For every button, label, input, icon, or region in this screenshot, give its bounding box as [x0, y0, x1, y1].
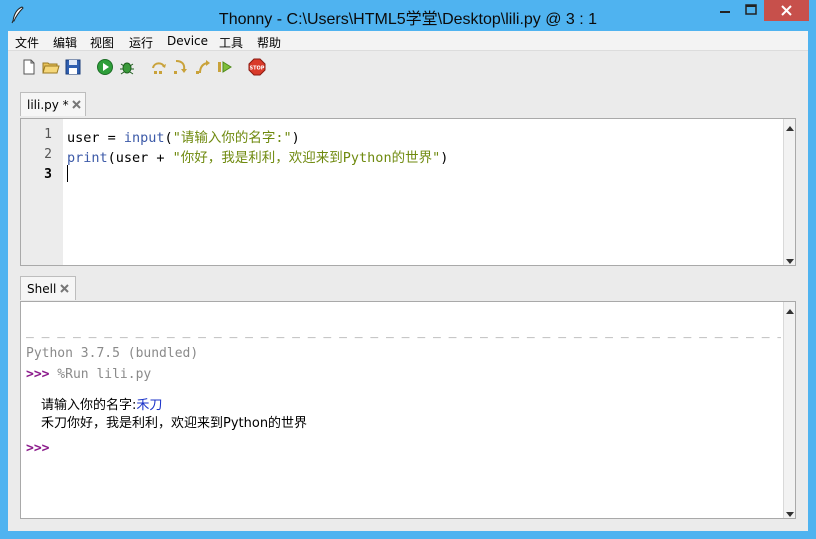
scroll-down-arrow-icon[interactable]	[786, 507, 794, 517]
user-input-text: 禾刀	[136, 398, 163, 413]
save-icon[interactable]	[64, 58, 82, 76]
scroll-up-arrow-icon[interactable]	[786, 305, 794, 314]
scroll-down-arrow-icon[interactable]	[786, 254, 794, 264]
new-file-icon[interactable]	[20, 58, 38, 76]
shell-vertical-scrollbar[interactable]	[783, 302, 795, 518]
open-folder-icon[interactable]	[42, 58, 60, 76]
shell-command-line: >>> %Run lili.py	[26, 367, 151, 382]
code-token-builtin: input	[123, 130, 165, 146]
menu-help[interactable]: 帮助	[257, 34, 281, 51]
resume-icon[interactable]	[216, 58, 234, 76]
shell-input-line[interactable]: >>>	[26, 441, 49, 456]
python-version-text: Python 3.7.5 (bundled)	[26, 346, 199, 361]
menu-run[interactable]: 运行	[129, 34, 153, 51]
tab-shell[interactable]: Shell	[20, 276, 76, 300]
program-output-line: 禾刀你好，我是利利，欢迎来到Python的世界	[41, 416, 308, 431]
close-tab-icon[interactable]	[59, 283, 70, 294]
editor-vertical-scrollbar[interactable]	[783, 119, 795, 265]
maximize-icon	[745, 4, 757, 15]
code-token: user =	[67, 130, 124, 146]
menu-file[interactable]: 文件	[15, 34, 39, 51]
code-token: )	[440, 150, 449, 166]
step-into-icon[interactable]	[172, 58, 190, 76]
editor-tab-label: lili.py *	[27, 98, 69, 112]
app-window: Thonny - C:\Users\HTML5学堂\Desktop\lili.p…	[0, 0, 816, 539]
scroll-up-arrow-icon[interactable]	[786, 122, 794, 131]
stop-icon-label: STOP	[250, 66, 265, 72]
run-icon[interactable]	[96, 58, 114, 76]
menu-device[interactable]: Device	[167, 34, 208, 48]
line-number: 2	[44, 147, 52, 162]
step-out-icon[interactable]	[194, 58, 212, 76]
line-number-gutter: 1 2 3	[21, 119, 63, 265]
debug-icon[interactable]	[118, 58, 136, 76]
menu-view[interactable]: 视图	[90, 34, 114, 51]
close-button[interactable]	[764, 0, 809, 21]
stop-icon[interactable]: STOP	[248, 58, 266, 76]
line-number-current: 3	[44, 167, 52, 182]
step-over-icon[interactable]	[150, 58, 168, 76]
shell-prompt: >>>	[26, 441, 50, 456]
close-tab-icon[interactable]	[71, 99, 82, 110]
code-token: (user +	[107, 150, 173, 166]
code-editor[interactable]: 1 2 3 user = input("请输入你的名字:") print(use…	[20, 118, 796, 266]
title-bar[interactable]: Thonny - C:\Users\HTML5学堂\Desktop\lili.p…	[0, 0, 816, 31]
text-cursor	[67, 165, 68, 182]
code-token-builtin: print	[67, 150, 108, 166]
toolbar: STOP	[8, 51, 808, 85]
minimize-icon	[720, 11, 730, 13]
tab-lili-py[interactable]: lili.py *	[20, 92, 86, 116]
code-token: )	[291, 130, 300, 146]
code-line[interactable]: print(user + "你好，我是利利，欢迎来到Python的世界")	[67, 146, 448, 166]
shell-console[interactable]: _ _ _ _ _ _ _ _ _ _ _ _ _ _ _ _ _ _ _ _ …	[20, 301, 796, 519]
line-number: 1	[44, 127, 52, 142]
code-token-string: "你好，我是利利，欢迎来到Python的世界"	[172, 150, 441, 166]
code-line[interactable]: user = input("请输入你的名字:")	[67, 126, 300, 146]
program-output-line: 请输入你的名字:禾刀	[41, 394, 162, 413]
close-icon	[781, 5, 792, 16]
client-area: 文件 编辑 视图 运行 Device 工具 帮助 STOP lili.py * …	[8, 31, 808, 531]
code-token: (	[164, 130, 173, 146]
menu-bar: 文件 编辑 视图 运行 Device 工具 帮助	[8, 31, 808, 51]
window-title: Thonny - C:\Users\HTML5学堂\Desktop\lili.p…	[218, 11, 598, 28]
output-prompt-text: 请输入你的名字:	[41, 398, 137, 413]
shell-separator: _ _ _ _ _ _ _ _ _ _ _ _ _ _ _ _ _ _ _ _ …	[26, 324, 781, 339]
shell-tab-label: Shell	[27, 282, 57, 296]
shell-command: %Run lili.py	[49, 367, 152, 382]
shell-prompt: >>>	[26, 367, 50, 382]
code-token-string: "请输入你的名字:"	[172, 130, 292, 146]
minimize-button[interactable]	[712, 0, 738, 21]
maximize-button[interactable]	[738, 0, 764, 21]
menu-edit[interactable]: 编辑	[53, 34, 77, 51]
menu-tools[interactable]: 工具	[219, 34, 243, 51]
